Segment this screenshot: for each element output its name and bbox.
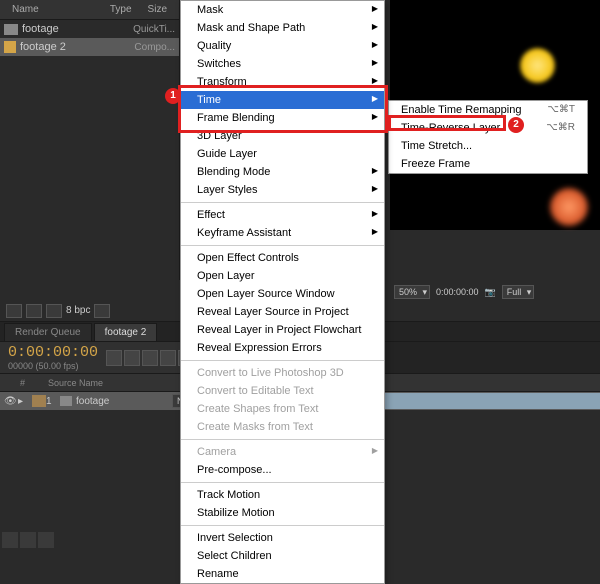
toolbar-btn[interactable] <box>6 304 22 318</box>
footer-icon[interactable] <box>38 532 54 548</box>
menu-separator <box>181 525 384 526</box>
menu-item-effect[interactable]: Effect <box>181 206 384 224</box>
project-columns: Name Type Size <box>0 0 179 20</box>
switch-icon[interactable] <box>142 350 158 366</box>
project-panel: Name Type Size footage QuickTi... footag… <box>0 0 180 280</box>
tab-render-queue[interactable]: Render Queue <box>4 323 92 341</box>
menu-item-mask-and-shape-path[interactable]: Mask and Shape Path <box>181 19 384 37</box>
bokeh-light <box>550 188 588 226</box>
menu-separator <box>181 360 384 361</box>
menu-item-layer-styles[interactable]: Layer Styles <box>181 181 384 199</box>
annotation-badge-2: 2 <box>508 117 524 133</box>
menu-item-blending-mode[interactable]: Blending Mode <box>181 163 384 181</box>
menu-item-convert-to-editable-text: Convert to Editable Text <box>181 382 384 400</box>
menu-item-invert-selection[interactable]: Invert Selection <box>181 529 384 547</box>
bpc-label[interactable]: 8 bpc <box>66 305 90 316</box>
bokeh-light <box>520 48 555 83</box>
resolution-dropdown[interactable]: 50% <box>394 285 430 299</box>
submenu-item-time-stretch-[interactable]: Time Stretch... <box>389 137 587 155</box>
menu-item-open-effect-controls[interactable]: Open Effect Controls <box>181 249 384 267</box>
preview-time[interactable]: 0:00:00:00 <box>436 287 479 297</box>
menu-item-open-layer-source-window[interactable]: Open Layer Source Window <box>181 285 384 303</box>
toolbar-btn[interactable] <box>46 304 62 318</box>
video-icon <box>60 396 72 406</box>
menu-item-reveal-layer-source-in-project[interactable]: Reveal Layer Source in Project <box>181 303 384 321</box>
menu-item-frame-blending[interactable]: Frame Blending <box>181 109 384 127</box>
menu-item-keyframe-assistant[interactable]: Keyframe Assistant <box>181 224 384 242</box>
layer-color[interactable] <box>32 395 46 407</box>
menu-item-quality[interactable]: Quality <box>181 37 384 55</box>
project-row-footage[interactable]: footage QuickTi... <box>0 20 179 38</box>
current-time[interactable]: 0:00:00:00 <box>0 344 106 361</box>
menu-item-create-masks-from-text: Create Masks from Text <box>181 418 384 436</box>
submenu-item-time-reverse-layer[interactable]: Time-Reverse Layer⌥⌘R <box>389 119 587 137</box>
col-type[interactable]: Type <box>102 2 140 17</box>
annotation-badge-1: 1 <box>165 88 181 104</box>
menu-separator <box>181 439 384 440</box>
trash-icon[interactable] <box>94 304 110 318</box>
item-type: QuickTi... <box>133 24 175 35</box>
menu-item-track-motion[interactable]: Track Motion <box>181 486 384 504</box>
footer-icon[interactable] <box>2 532 18 548</box>
menu-item-mask[interactable]: Mask <box>181 1 384 19</box>
tab-footage2[interactable]: footage 2 <box>94 323 158 341</box>
switch-icon[interactable] <box>124 350 140 366</box>
col-size[interactable]: Size <box>140 2 175 17</box>
menu-separator <box>181 202 384 203</box>
layer-number: 1 <box>46 396 60 407</box>
layer-name[interactable]: footage <box>72 396 172 407</box>
menu-item-switches[interactable]: Switches <box>181 55 384 73</box>
video-icon <box>4 24 18 35</box>
col-name[interactable]: Name <box>4 2 47 17</box>
menu-item-open-layer[interactable]: Open Layer <box>181 267 384 285</box>
menu-item-stabilize-motion[interactable]: Stabilize Motion <box>181 504 384 522</box>
timeline-footer-icons <box>2 532 54 548</box>
quality-dropdown[interactable]: Full <box>502 285 535 299</box>
menu-item-time[interactable]: Time <box>181 91 384 109</box>
menu-item-rename[interactable]: Rename <box>181 565 384 583</box>
submenu-item-freeze-frame[interactable]: Freeze Frame <box>389 155 587 173</box>
footer-icon[interactable] <box>20 532 36 548</box>
switch-icon[interactable] <box>106 350 122 366</box>
menu-separator <box>181 482 384 483</box>
col-source[interactable]: Source Name <box>48 378 188 388</box>
submenu-item-enable-time-remapping[interactable]: Enable Time Remapping⌥⌘T <box>389 101 587 119</box>
menu-item-create-shapes-from-text: Create Shapes from Text <box>181 400 384 418</box>
menu-item-camera: Camera <box>181 443 384 461</box>
switch-icon[interactable] <box>160 350 176 366</box>
preview-controls: 50% 0:00:00:00 📷 Full <box>390 283 598 301</box>
comp-icon <box>4 41 16 53</box>
layer-context-menu: MaskMask and Shape PathQualitySwitchesTr… <box>180 0 385 584</box>
menu-item-convert-to-live-photoshop-3d: Convert to Live Photoshop 3D <box>181 364 384 382</box>
item-type: Compo... <box>134 42 175 53</box>
item-name: footage 2 <box>20 41 66 53</box>
menu-item-transform[interactable]: Transform <box>181 73 384 91</box>
fps-label: 00000 (50.00 fps) <box>0 361 106 371</box>
eye-icon[interactable]: 👁 <box>4 396 18 407</box>
menu-item-3d-layer[interactable]: 3D Layer <box>181 127 384 145</box>
time-submenu: Enable Time Remapping⌥⌘TTime-Reverse Lay… <box>388 100 588 174</box>
menu-item-guide-layer[interactable]: Guide Layer <box>181 145 384 163</box>
menu-item-reveal-expression-errors[interactable]: Reveal Expression Errors <box>181 339 384 357</box>
menu-separator <box>181 245 384 246</box>
menu-item-reveal-layer-in-project-flowchart[interactable]: Reveal Layer in Project Flowchart <box>181 321 384 339</box>
project-row-footage2[interactable]: footage 2 Compo... <box>0 38 179 56</box>
menu-item-pre-compose-[interactable]: Pre-compose... <box>181 461 384 479</box>
toolbar-btn[interactable] <box>26 304 42 318</box>
item-name: footage <box>22 23 59 35</box>
camera-icon[interactable]: 📷 <box>485 287 496 298</box>
